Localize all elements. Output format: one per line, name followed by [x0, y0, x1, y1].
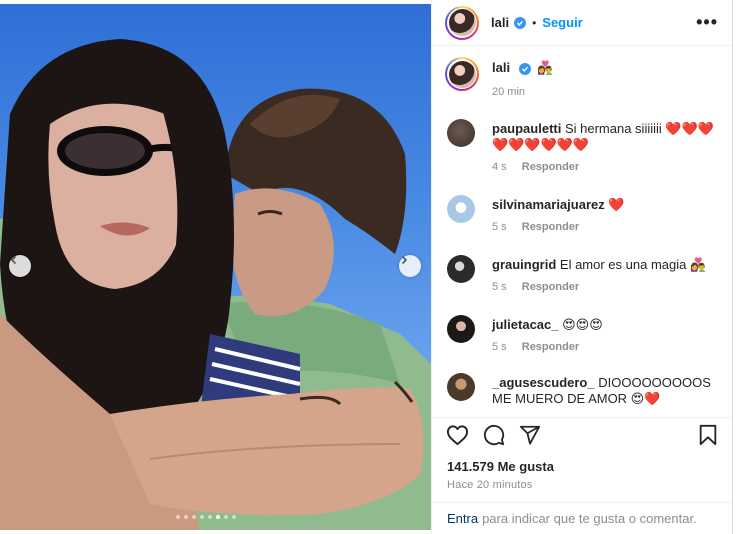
comment-text: Si hermana siiiiiii	[564, 121, 662, 136]
carousel-dot	[184, 515, 188, 519]
caption-time: 20 min	[492, 86, 526, 98]
caption-text: 👩‍❤️‍👨	[537, 60, 554, 75]
carousel-dot	[176, 515, 180, 519]
comment-emoji: ❤️❤️❤️	[665, 121, 714, 136]
comment-item: silvinamariajuarez ❤️ 5 s Responder	[447, 195, 727, 235]
photo-illustration	[0, 39, 431, 530]
comment-avatar[interactable]	[447, 119, 475, 147]
comment-username[interactable]: silvinamariajuarez	[492, 197, 605, 212]
comment-item: julietacac_ 😍😍😍 5 s Responder	[447, 315, 727, 355]
caption: lali 👩‍❤️‍👨 20 min	[445, 57, 554, 98]
comment-emoji: ❤️❤️❤️❤️❤️❤️	[492, 137, 590, 152]
login-prompt: Entra para indicar que te gusta o coment…	[432, 502, 732, 534]
carousel-dot	[200, 515, 204, 519]
chevron-right-icon	[401, 255, 408, 265]
comment-text: ❤️	[608, 197, 625, 212]
comment-text: 😍😍😍	[562, 317, 603, 332]
header-separator: •	[532, 15, 537, 30]
post-timestamp: Hace 20 minutos	[447, 479, 533, 491]
comment-text: El amor es una magia 👩‍❤️‍👨	[559, 257, 707, 272]
comment-item: _agusescudero_ DIOOOOOOOOOS ME MUERO DE …	[447, 373, 727, 407]
avatar-image	[448, 9, 476, 36]
more-options-icon[interactable]: •••	[696, 12, 718, 33]
comment-time: 5 s	[492, 221, 507, 233]
comment-icon	[483, 424, 505, 446]
comment-item: grauingrid El amor es una magia 👩‍❤️‍👨 5…	[447, 255, 727, 295]
bookmark-icon	[699, 424, 717, 446]
comment-button[interactable]	[483, 424, 505, 446]
share-button[interactable]	[519, 424, 541, 446]
post-side-panel: lali • Seguir ••• lali 👩‍❤️‍👨 20 min	[431, 0, 733, 534]
carousel-indicator	[176, 515, 236, 519]
reply-button[interactable]: Responder	[522, 221, 579, 233]
verified-badge-icon	[514, 16, 527, 29]
comment-username[interactable]: _agusescudero_	[492, 375, 595, 390]
carousel-prev-button[interactable]	[9, 255, 31, 277]
comment-avatar[interactable]	[447, 195, 475, 223]
carousel-dot	[232, 515, 236, 519]
comment-avatar[interactable]	[447, 373, 475, 401]
share-icon	[519, 425, 541, 445]
carousel-dot	[224, 515, 228, 519]
comment-username[interactable]: julietacac_	[492, 317, 559, 332]
avatar-image	[448, 60, 476, 88]
verified-badge-icon	[518, 63, 531, 75]
reply-button[interactable]: Responder	[522, 281, 579, 293]
caption-avatar[interactable]	[445, 57, 479, 91]
header-username[interactable]: lali	[491, 15, 509, 30]
save-button[interactable]	[698, 424, 718, 446]
login-link[interactable]: Entra	[447, 511, 478, 526]
carousel-dot-active	[216, 515, 220, 519]
post-photo	[0, 4, 431, 530]
follow-button[interactable]: Seguir	[542, 15, 582, 30]
reply-button[interactable]: Responder	[522, 161, 579, 173]
comment-time: 4 s	[492, 161, 507, 173]
caption-username[interactable]: lali	[492, 60, 510, 75]
comment-avatar[interactable]	[447, 315, 475, 343]
carousel-dot	[208, 515, 212, 519]
comment-time: 5 s	[492, 341, 507, 353]
likes-count[interactable]: 141.579 Me gusta	[432, 459, 732, 474]
comment-time: 5 s	[492, 281, 507, 293]
reply-button[interactable]: Responder	[522, 341, 579, 353]
chevron-left-icon	[10, 255, 17, 265]
comment-item: paupauletti Si hermana siiiiiii ❤️❤️❤️ ❤…	[447, 119, 727, 175]
post-header: lali • Seguir •••	[432, 0, 732, 46]
login-prompt-text: para indicar que te gusta o comentar.	[482, 511, 697, 526]
comments-list[interactable]: lali 👩‍❤️‍👨 20 min paupauletti Si herman…	[432, 47, 732, 417]
comment-username[interactable]: paupauletti	[492, 121, 561, 136]
carousel-next-button[interactable]	[399, 255, 421, 277]
post-actions: 141.579 Me gusta Hace 20 minutos	[432, 417, 732, 491]
carousel-dot	[192, 515, 196, 519]
comment-username[interactable]: grauingrid	[492, 257, 556, 272]
heart-icon	[446, 425, 469, 446]
avatar[interactable]	[445, 5, 479, 40]
like-button[interactable]	[446, 424, 469, 446]
comment-avatar[interactable]	[447, 255, 475, 283]
